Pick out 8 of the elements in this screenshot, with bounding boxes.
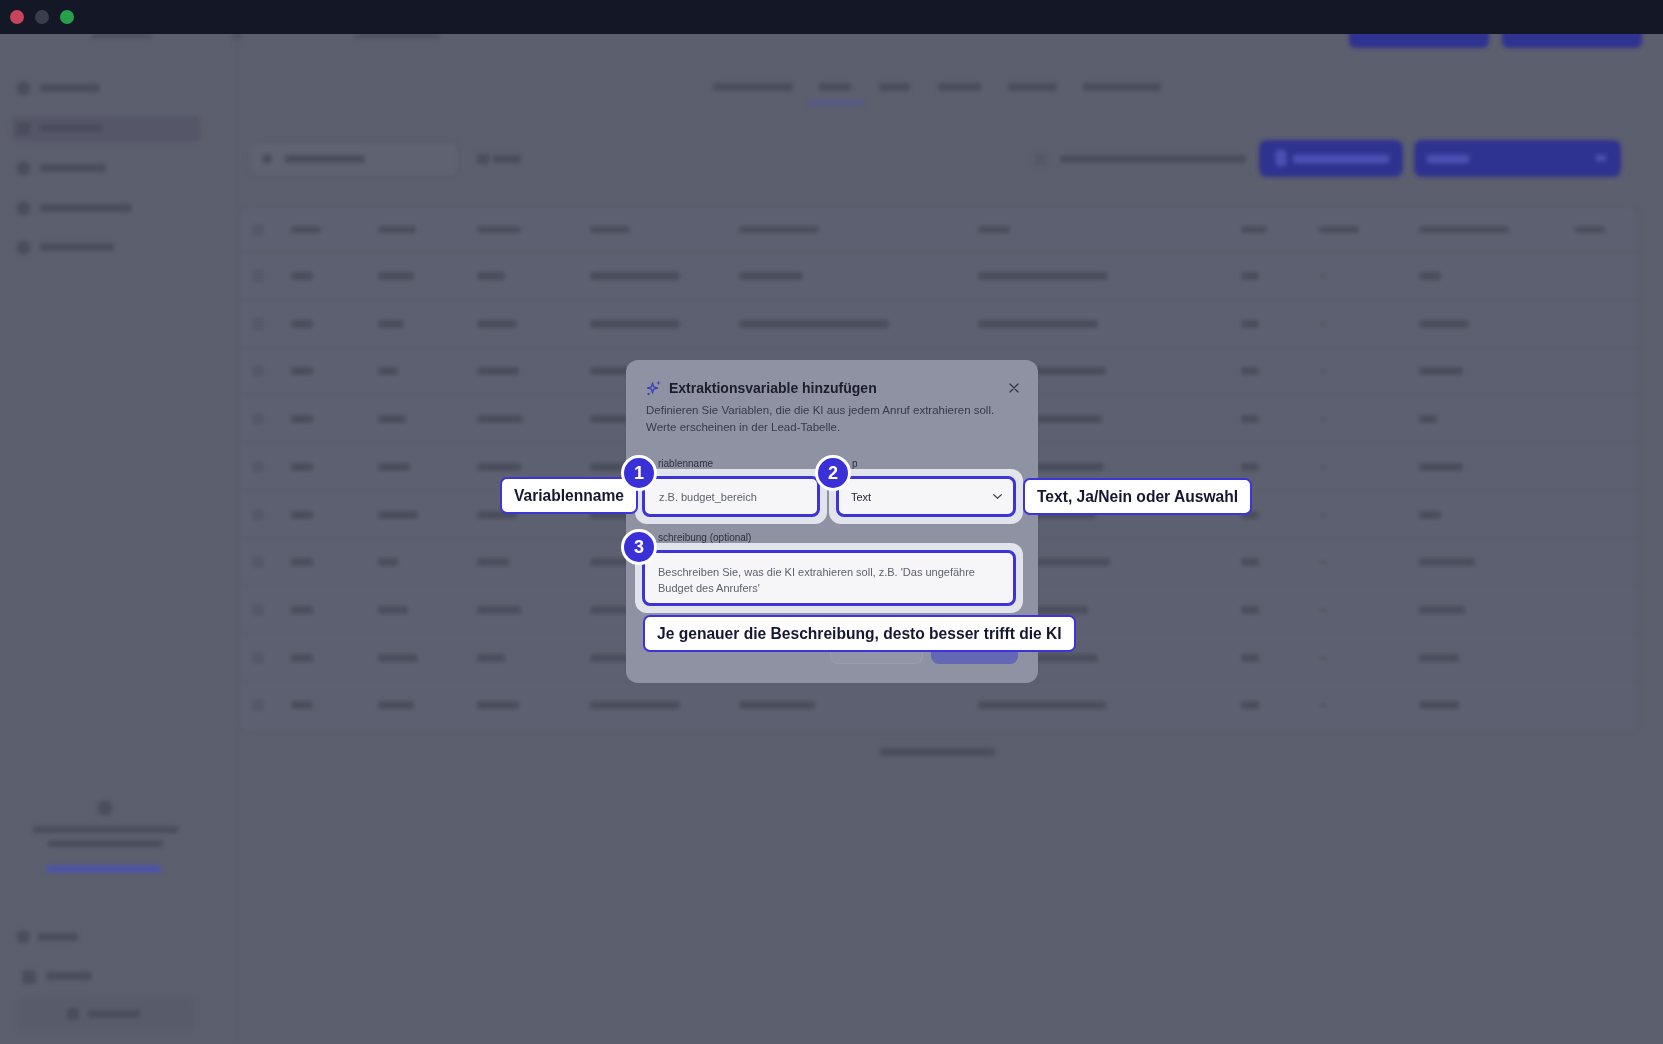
hint-callout: Text, Ja/Nein oder Auswahl (1023, 478, 1253, 515)
dialog-description: Definieren Sie Variablen, die die KI aus jedem Anruf extrahieren soll. Werte erscheinen in der Lead-Tabelle. (646, 403, 996, 435)
field-label: p (851, 458, 859, 470)
field-label: riablenname (657, 458, 715, 470)
hint-callout: Je genauer die Beschreibung, desto besser trifft die KI (643, 615, 1076, 652)
step-number: 2 (815, 455, 851, 491)
dialog-title: Extraktionsvariable hinzufügen (669, 379, 877, 398)
field-label: schreibung (optional) (657, 532, 753, 544)
